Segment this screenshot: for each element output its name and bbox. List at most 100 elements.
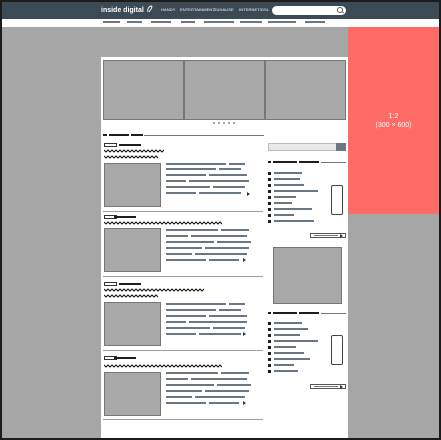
carousel-dot[interactable] — [223, 122, 225, 124]
article-thumbnail[interactable] — [104, 228, 161, 272]
sidebar-image[interactable] — [273, 247, 342, 304]
list-item-label — [274, 190, 318, 192]
list-item-label — [274, 172, 302, 174]
read-more-arrow-icon[interactable] — [243, 401, 246, 405]
excerpt-line — [209, 315, 247, 317]
excerpt-line — [213, 327, 245, 329]
article-title-squiggle — [104, 149, 164, 153]
widget-more-button[interactable] — [310, 384, 346, 389]
excerpt-line — [166, 327, 210, 329]
subnav-item[interactable] — [305, 21, 325, 23]
read-more-arrow-icon[interactable] — [247, 192, 250, 196]
article-thumbnail[interactable] — [104, 163, 161, 207]
article-thumbnail[interactable] — [104, 372, 161, 416]
list-item-label — [274, 208, 312, 210]
top-navigation-bar: inside digital HANDY ENTERTAINMENT ZUHAU… — [2, 2, 439, 19]
more-button-label — [314, 386, 338, 387]
excerpt-line — [166, 174, 206, 176]
bullet-icon — [268, 184, 271, 187]
sub-navigation-bar — [2, 19, 439, 27]
excerpt-line — [213, 186, 245, 188]
section-divider — [144, 135, 264, 136]
subnav-item[interactable] — [240, 21, 262, 23]
carousel-slide[interactable] — [184, 60, 265, 120]
search-input[interactable] — [272, 6, 346, 15]
nav-link-handy[interactable]: HANDY — [161, 7, 176, 13]
bullet-icon — [268, 220, 271, 223]
category-label — [119, 144, 141, 146]
read-more-arrow-icon[interactable] — [243, 332, 246, 336]
subnav-item[interactable] — [268, 21, 296, 23]
read-more-arrow-icon[interactable] — [243, 258, 246, 262]
list-item-label — [274, 328, 308, 330]
excerpt-line — [205, 390, 249, 392]
nav-link-internet-dsl[interactable]: INTERNET/DSL — [239, 7, 269, 13]
carousel-dot[interactable] — [213, 122, 215, 124]
category-label — [114, 216, 136, 218]
excerpt-line — [166, 402, 206, 404]
excerpt-line — [166, 303, 226, 305]
subnav-item[interactable] — [204, 21, 234, 23]
nav-link-entertainment[interactable]: ENTERTAINMENT — [180, 7, 215, 13]
carousel-dot[interactable] — [218, 122, 220, 124]
subnav-item[interactable] — [103, 21, 120, 23]
excerpt-line — [166, 235, 188, 237]
bullet-icon — [268, 196, 271, 199]
excerpt-line — [166, 229, 218, 231]
carousel-slide[interactable] — [103, 60, 184, 120]
search-icon[interactable] — [337, 7, 343, 13]
article-thumbnail[interactable] — [104, 302, 161, 346]
bullet-icon — [268, 346, 271, 349]
excerpt-line — [166, 163, 226, 165]
bullet-icon — [268, 214, 271, 217]
subnav-item[interactable] — [151, 21, 171, 23]
excerpt-line — [189, 321, 247, 323]
chevron-right-icon — [340, 234, 343, 238]
excerpt-line — [217, 241, 251, 243]
section-heading-marker — [103, 134, 107, 136]
excerpt-line — [195, 253, 247, 255]
widget-divider — [321, 313, 346, 314]
bullet-icon — [268, 364, 271, 367]
smartphone-icon — [331, 185, 343, 215]
nav-link-zuhause[interactable]: ZUHAUSE — [214, 7, 234, 13]
subnav-item[interactable] — [181, 21, 195, 23]
excerpt-line — [166, 259, 206, 261]
widget-more-button[interactable] — [310, 233, 346, 238]
list-item-label — [274, 340, 318, 342]
site-logo[interactable]: inside digital — [101, 5, 153, 15]
excerpt-line — [166, 309, 216, 311]
carousel-dot[interactable] — [233, 122, 235, 124]
chevron-right-icon — [340, 385, 343, 389]
excerpt-line — [217, 384, 251, 386]
list-item-label — [274, 346, 296, 348]
list-item-label — [274, 214, 294, 216]
widget-heading-marker — [268, 161, 271, 163]
excerpt-line — [191, 378, 247, 380]
article-divider — [103, 276, 263, 277]
more-button-label — [314, 235, 338, 236]
carousel-dot[interactable] — [228, 122, 230, 124]
excerpt-line — [166, 390, 202, 392]
list-item-label — [274, 358, 310, 360]
excerpt-line — [199, 333, 241, 335]
category-tag — [104, 282, 117, 286]
ad-placeholder[interactable]: 1:2 (300 × 600) — [348, 27, 439, 214]
subnav-item[interactable] — [127, 21, 142, 23]
bullet-icon — [268, 208, 271, 211]
excerpt-line — [166, 241, 214, 243]
page-frame: inside digital HANDY ENTERTAINMENT ZUHAU… — [0, 0, 441, 440]
logo-mark-icon — [147, 5, 153, 13]
list-item-label — [274, 202, 292, 204]
excerpt-line — [209, 174, 247, 176]
widget-heading — [299, 161, 319, 163]
excerpt-line — [166, 378, 188, 380]
bullet-icon — [268, 178, 271, 181]
excerpt-line — [166, 186, 210, 188]
sidebar-search-input[interactable] — [268, 143, 346, 151]
carousel-slide[interactable] — [265, 60, 346, 120]
main-content — [101, 57, 348, 438]
logo-text: inside digital — [101, 7, 144, 14]
widget-heading — [273, 312, 297, 314]
sidebar-search-button[interactable] — [336, 143, 346, 151]
